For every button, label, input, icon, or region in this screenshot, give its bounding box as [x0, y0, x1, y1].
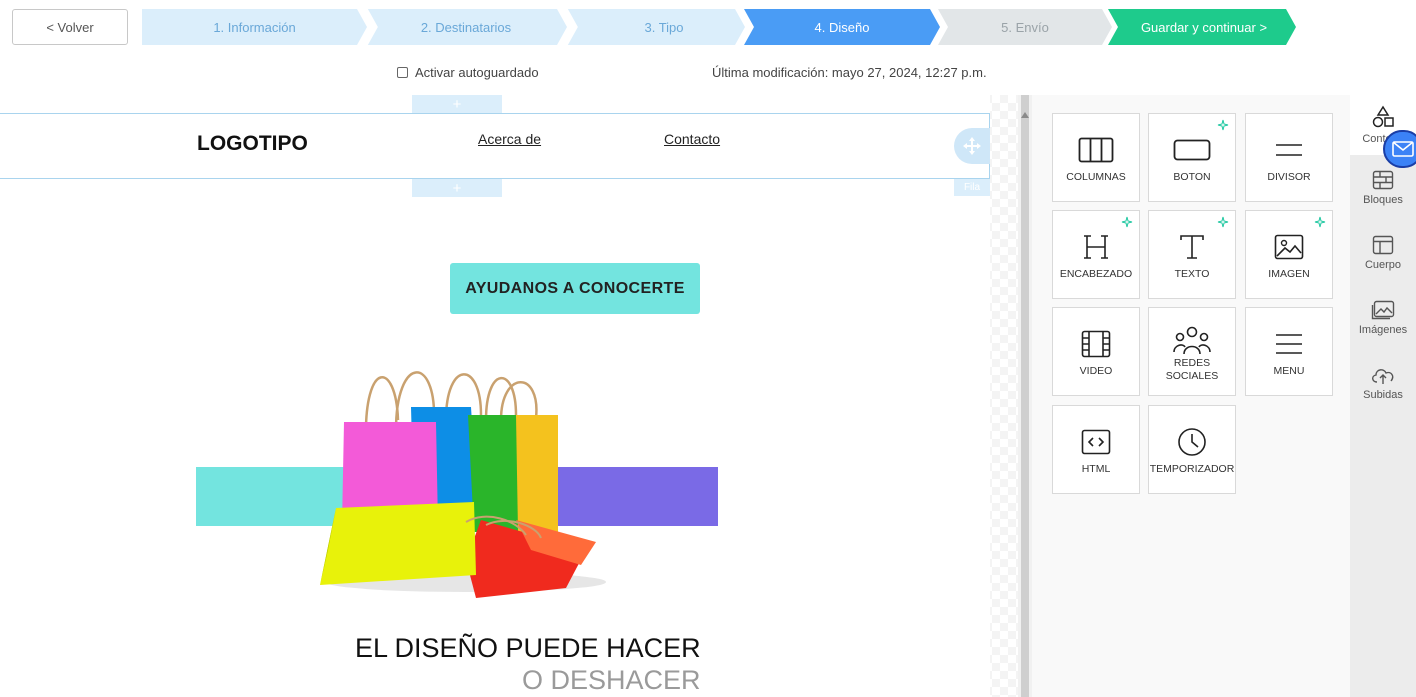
floating-help-button[interactable] [1383, 130, 1416, 168]
step-label: 5. Envío [1001, 19, 1049, 35]
hero-shopping-bags-image[interactable] [196, 360, 718, 600]
menu-icon [1276, 334, 1302, 354]
divider-icon [1276, 144, 1302, 156]
images-icon [1371, 300, 1395, 320]
tile-label: BOTON [1173, 171, 1211, 183]
email-canvas[interactable]: + LOGOTIPO Acerca de Contacto + Fila AYU… [0, 95, 1018, 697]
save-continue-label: Guardar y continuar > [1140, 19, 1268, 35]
step-tipo[interactable]: 3. Tipo [567, 9, 745, 45]
nav-link-acerca[interactable]: Acerca de [478, 131, 541, 147]
tile-label: VIDEO [1079, 365, 1113, 377]
autosave-label: Activar autoguardado [415, 65, 539, 80]
heading-icon [1084, 235, 1108, 259]
row-move-handle[interactable] [954, 128, 990, 164]
shapes-icon [1372, 105, 1394, 128]
cta-button[interactable]: AYUDANOS A CONOCERTE [450, 263, 700, 314]
headline-line-2: O DESHACER [522, 665, 701, 695]
tile-temporizador[interactable]: TEMPORIZADOR [1148, 405, 1236, 494]
step-envio[interactable]: 5. Envío [938, 9, 1112, 45]
tile-video[interactable]: VIDEO [1052, 307, 1140, 396]
tile-label: TEMPORIZADOR [1149, 463, 1235, 475]
plus-icon: + [452, 179, 462, 197]
sidebar-tab-imagenes[interactable]: Imágenes [1350, 288, 1416, 348]
editor-sidebar: Conte Bloques Cuerpo Imágenes Subidas [1350, 95, 1416, 697]
wizard-header: < Volver 1. Información 2. Destinatarios… [0, 0, 1416, 56]
email-logo: LOGOTIPO [197, 132, 308, 155]
tile-label: ENCABEZADO [1059, 268, 1133, 280]
tile-imagen[interactable]: IMAGEN [1245, 210, 1333, 299]
tile-html[interactable]: HTML [1052, 405, 1140, 494]
step-destinatarios[interactable]: 2. Destinatarios [367, 9, 567, 45]
timer-icon [1178, 428, 1206, 456]
editor-status-row: Activar autoguardado Última modificación… [0, 60, 1416, 86]
tile-label: TEXTO [1174, 268, 1210, 280]
add-row-below-button[interactable]: + [412, 179, 502, 197]
sidebar-tab-cuerpo[interactable]: Cuerpo [1350, 223, 1416, 283]
blocks-icon [1372, 170, 1394, 190]
step-informacion[interactable]: 1. Información [142, 9, 367, 45]
tile-redes-sociales[interactable]: REDES SOCIALES [1148, 307, 1236, 396]
email-body: + LOGOTIPO Acerca de Contacto + Fila AYU… [0, 95, 990, 697]
step-label: 1. Información [213, 19, 296, 35]
tile-divisor[interactable]: DIVISOR [1245, 113, 1333, 202]
tile-menu[interactable]: MENU [1245, 307, 1333, 396]
sidebar-tab-label: Cuerpo [1364, 259, 1402, 271]
tile-encabezado[interactable]: ENCABEZADO [1052, 210, 1140, 299]
sidebar-tab-subidas[interactable]: Subidas [1350, 353, 1416, 413]
image-icon [1274, 234, 1304, 260]
tile-boton[interactable]: BOTON [1148, 113, 1236, 202]
step-diseno[interactable]: 4. Diseño [744, 9, 940, 45]
step-label: 4. Diseño [814, 19, 870, 35]
html-icon [1081, 429, 1111, 455]
columns-icon [1078, 137, 1114, 163]
sparkle-icon [1217, 216, 1229, 228]
save-continue-button[interactable]: Guardar y continuar > [1108, 9, 1298, 45]
row-tag: Fila [954, 179, 990, 196]
tile-label: MENU [1273, 365, 1305, 377]
scrollbar-track[interactable] [1021, 95, 1029, 697]
nav-link-contacto[interactable]: Contacto [664, 131, 720, 147]
sidebar-tab-label: Imágenes [1358, 324, 1408, 336]
canvas-scrollbar[interactable] [1018, 95, 1032, 697]
sidebar-tab-label: Subidas [1363, 389, 1403, 401]
autosave-toggle[interactable]: Activar autoguardado [397, 65, 539, 80]
text-icon [1180, 235, 1204, 259]
tile-label: COLUMNAS [1066, 171, 1126, 183]
button-icon [1173, 139, 1211, 161]
layout-icon [1372, 235, 1394, 255]
tile-label: IMAGEN [1268, 268, 1310, 280]
step-label: 3. Tipo [644, 19, 684, 35]
cloud-upload-icon [1372, 369, 1394, 384]
wizard-steps: 1. Información 2. Destinatarios 3. Tipo … [142, 9, 1112, 45]
envelope-icon [1392, 141, 1414, 157]
scroll-up-arrow-icon[interactable] [1021, 112, 1029, 118]
tile-label: DIVISOR [1267, 171, 1311, 183]
step-label: 2. Destinatarios [420, 19, 512, 35]
last-modified-text: Última modificación: mayo 27, 2024, 12:2… [712, 65, 987, 80]
move-icon [963, 137, 981, 155]
back-button[interactable]: < Volver [12, 9, 128, 45]
sidebar-tab-label: Bloques [1363, 194, 1403, 206]
tile-texto[interactable]: TEXTO [1148, 210, 1236, 299]
tile-columnas[interactable]: COLUMNAS [1052, 113, 1140, 202]
social-icon [1173, 326, 1211, 354]
plus-icon: + [452, 95, 462, 113]
sparkle-icon [1121, 216, 1133, 228]
headline-line-1: EL DISEÑO PUEDE HACER [355, 633, 701, 663]
add-row-above-button[interactable]: + [412, 95, 502, 113]
sparkle-icon [1314, 216, 1326, 228]
video-icon [1081, 330, 1111, 358]
tile-label: REDES SOCIALES [1165, 356, 1219, 382]
sparkle-icon [1217, 119, 1229, 131]
autosave-checkbox[interactable] [397, 67, 408, 78]
tile-label: HTML [1081, 463, 1111, 475]
content-blocks-panel: COLUMNAS BOTON DIVISOR ENCABEZADO TEXTO … [1032, 95, 1350, 697]
